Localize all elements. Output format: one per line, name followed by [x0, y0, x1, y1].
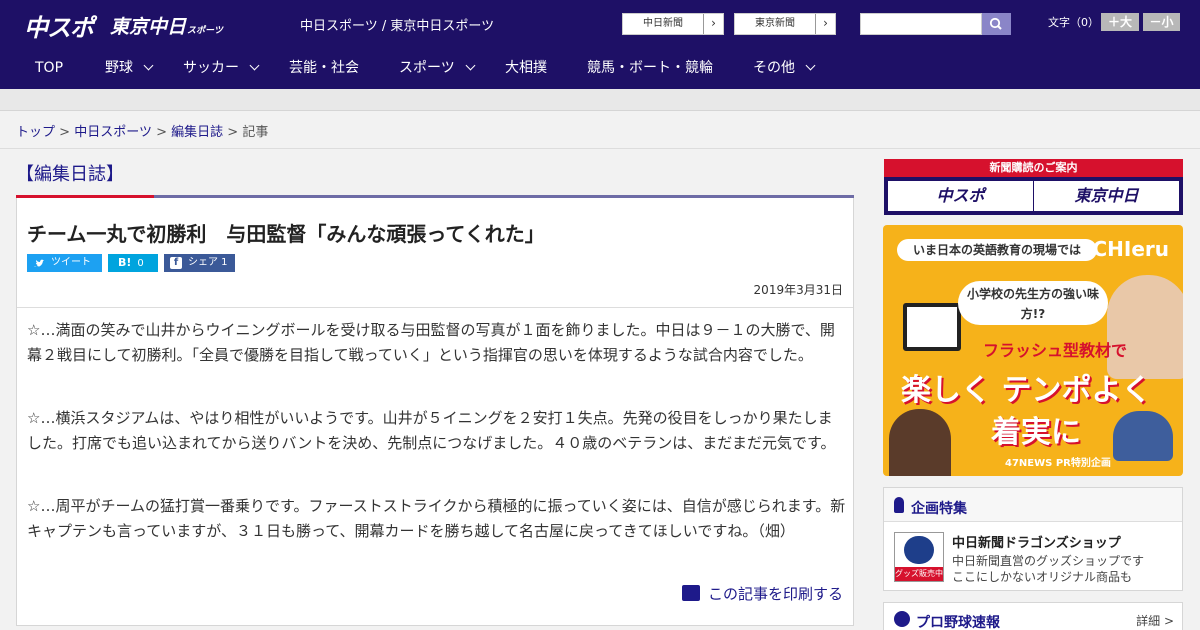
- subscribe-chuspo[interactable]: 中スポ: [888, 181, 1033, 211]
- pro-baseball-details-link[interactable]: 詳細 >: [1136, 612, 1174, 629]
- chevron-down-icon: [805, 60, 816, 71]
- nav-item-soccer[interactable]: サッカー: [183, 48, 260, 89]
- font-size-label: 文字（0）: [1048, 16, 1099, 29]
- article-headline: チーム一丸で初勝利 与田監督「みんな頑張ってくれた」: [27, 222, 545, 246]
- ad-speech-bubble: 小学校の先生方の強い味方!?: [958, 281, 1108, 325]
- dragons-shop-thumbnail[interactable]: グッズ販売中: [894, 532, 944, 582]
- ad-flash-text: フラッシュ型教材で: [983, 341, 1128, 360]
- feature-box: 企画特集 グッズ販売中 中日新聞ドラゴンズショップ 中日新聞直営のグッズショップ…: [883, 487, 1183, 591]
- breadcrumb-current: 記事: [242, 125, 269, 140]
- printer-icon: [681, 585, 700, 601]
- nav-label: 大相撲: [505, 60, 547, 76]
- facebook-share-label: シェア 1: [188, 257, 228, 268]
- font-smaller-button[interactable]: －小: [1143, 13, 1180, 31]
- section-title: 【編集日誌】: [16, 164, 124, 185]
- nav-item-sumo[interactable]: 大相撲: [505, 48, 547, 89]
- hatena-icon: B!: [118, 256, 132, 269]
- link-label: 東京新聞: [755, 18, 795, 29]
- nav-item-other[interactable]: その他: [753, 48, 816, 89]
- breadcrumb-separator: >: [156, 125, 167, 140]
- chevron-down-icon: [143, 60, 154, 71]
- advertisement-banner[interactable]: いま日本の英語教育の現場では CHIeru 小学校の先生方の強い味方!? フラッ…: [883, 225, 1183, 476]
- ad-headline-2: 着実に: [991, 415, 1081, 450]
- site-names: 中日スポーツ / 東京中日スポーツ: [300, 19, 495, 34]
- chevron-right-icon: ›: [815, 14, 835, 34]
- chevron-down-icon: [465, 60, 476, 71]
- nav-item-top[interactable]: TOP: [35, 48, 63, 89]
- nav-label: スポーツ: [399, 60, 455, 76]
- nav-label: 芸能・社会: [289, 60, 359, 76]
- ad-child-photo: [1107, 275, 1183, 379]
- breadcrumb-editorial-diary[interactable]: 編集日誌: [171, 125, 223, 140]
- search-icon: [989, 17, 1002, 30]
- dragons-shop-description: ここにしかないオリジナル商品も: [952, 570, 1133, 584]
- facebook-icon: f: [170, 257, 182, 269]
- feature-heading: 企画特集: [911, 501, 967, 517]
- ad-child-photo: [1113, 411, 1173, 461]
- article: チーム一丸で初勝利 与田監督「みんな頑張ってくれた」 ツイート B! 0 f シェ…: [16, 198, 854, 626]
- ad-monitor-illustration: [903, 303, 961, 351]
- thumbnail-label: グッズ販売中: [895, 567, 943, 581]
- main-nav: TOP 野球 サッカー 芸能・社会 スポーツ 大相撲 競馬・ボート・競輪 その他: [0, 48, 1200, 89]
- article-date: 2019年3月31日: [753, 283, 843, 297]
- breadcrumb: トップ > 中日スポーツ > 編集日誌 > 記事: [16, 121, 268, 140]
- breadcrumb-top[interactable]: トップ: [16, 125, 55, 140]
- tokyo-logo-text: 東京中日: [110, 16, 187, 38]
- nav-label: その他: [753, 60, 795, 76]
- article-paragraph: ☆…横浜スタジアムは、やはり相性がいいようです。山井が５イニングを２安打１失点。…: [27, 409, 836, 452]
- ad-tagline: いま日本の英語教育の現場では: [897, 239, 1097, 261]
- article-divider: [17, 307, 853, 308]
- chuspo-logo[interactable]: 中スポ: [24, 8, 94, 43]
- nav-label: 競馬・ボート・競輪: [587, 60, 713, 76]
- ad-child-photo: [889, 409, 951, 476]
- mascot-icon: [904, 536, 934, 564]
- tweet-button[interactable]: ツイート: [27, 254, 102, 272]
- breadcrumb-separator: >: [227, 125, 239, 140]
- print-article-link[interactable]: この記事を印刷する: [681, 583, 843, 604]
- hatena-count: 0: [137, 258, 144, 269]
- feature-header: 企画特集: [884, 488, 1182, 522]
- nav-item-entertainment[interactable]: 芸能・社会: [289, 48, 359, 89]
- subscription-heading: 新聞購読のご案内: [884, 159, 1183, 177]
- tokyo-chunichi-logo[interactable]: 東京中日スポーツ: [110, 12, 223, 39]
- breadcrumb-divider: [0, 148, 1200, 149]
- facebook-share-button[interactable]: f シェア 1: [164, 254, 235, 272]
- hatena-bookmark-button[interactable]: B! 0: [108, 254, 158, 272]
- link-label: 中日新聞: [643, 18, 683, 29]
- breadcrumb-chunichi-sports[interactable]: 中日スポーツ: [74, 125, 152, 140]
- nav-item-baseball[interactable]: 野球: [105, 48, 154, 89]
- subscription-banner[interactable]: 新聞購読のご案内 中スポ 東京中日: [884, 159, 1183, 215]
- search-button[interactable]: [982, 13, 1011, 35]
- chevron-down-icon: [249, 60, 260, 71]
- print-label: この記事を印刷する: [707, 585, 843, 603]
- search-input[interactable]: [860, 13, 982, 35]
- tokyo-shimbun-link[interactable]: 東京新聞 ›: [734, 13, 836, 35]
- ad-headline-1: 楽しく テンポよく: [901, 373, 1152, 408]
- dragons-shop-description: 中日新聞直営のグッズショップです: [952, 554, 1145, 568]
- tweet-label: ツイート: [51, 257, 91, 268]
- nav-item-racing[interactable]: 競馬・ボート・競輪: [587, 48, 713, 89]
- breadcrumb-separator: >: [59, 125, 71, 140]
- dragons-shop-link[interactable]: 中日新聞ドラゴンズショップ: [952, 532, 1121, 551]
- nav-label: サッカー: [183, 60, 239, 76]
- ad-brand-logo: CHIeru: [1092, 237, 1169, 261]
- article-paragraph: ☆…満面の笑みで山井からウイニングボールを受け取る与田監督の写真が１面を飾りまし…: [27, 321, 835, 364]
- nav-item-sports[interactable]: スポーツ: [399, 48, 476, 89]
- baseball-icon: [894, 611, 910, 627]
- pro-baseball-box: プロ野球速報 詳細 >: [883, 602, 1183, 630]
- nav-label: 野球: [105, 60, 133, 76]
- chunichi-shimbun-link[interactable]: 中日新聞 ›: [622, 13, 724, 35]
- top-header: 中スポ 東京中日スポーツ 中日スポーツ / 東京中日スポーツ 中日新聞 › 東京…: [0, 0, 1200, 48]
- chevron-right-icon: ›: [703, 14, 723, 34]
- nav-label: TOP: [35, 60, 64, 76]
- subscribe-tokyo-chunichi[interactable]: 東京中日: [1034, 181, 1179, 211]
- article-paragraph: ☆…周平がチームの猛打賞一番乗りです。ファーストストライクから積極的に振っていく…: [27, 497, 846, 540]
- ad-credit: 47NEWS PR特別企画: [1005, 458, 1111, 469]
- header-stripe: [0, 89, 1200, 111]
- font-larger-button[interactable]: ＋大: [1101, 13, 1139, 31]
- twitter-icon: [33, 257, 45, 269]
- tokyo-logo-suffix: スポーツ: [187, 26, 223, 36]
- ribbon-icon: [894, 497, 904, 513]
- pro-baseball-heading: プロ野球速報: [916, 615, 1000, 630]
